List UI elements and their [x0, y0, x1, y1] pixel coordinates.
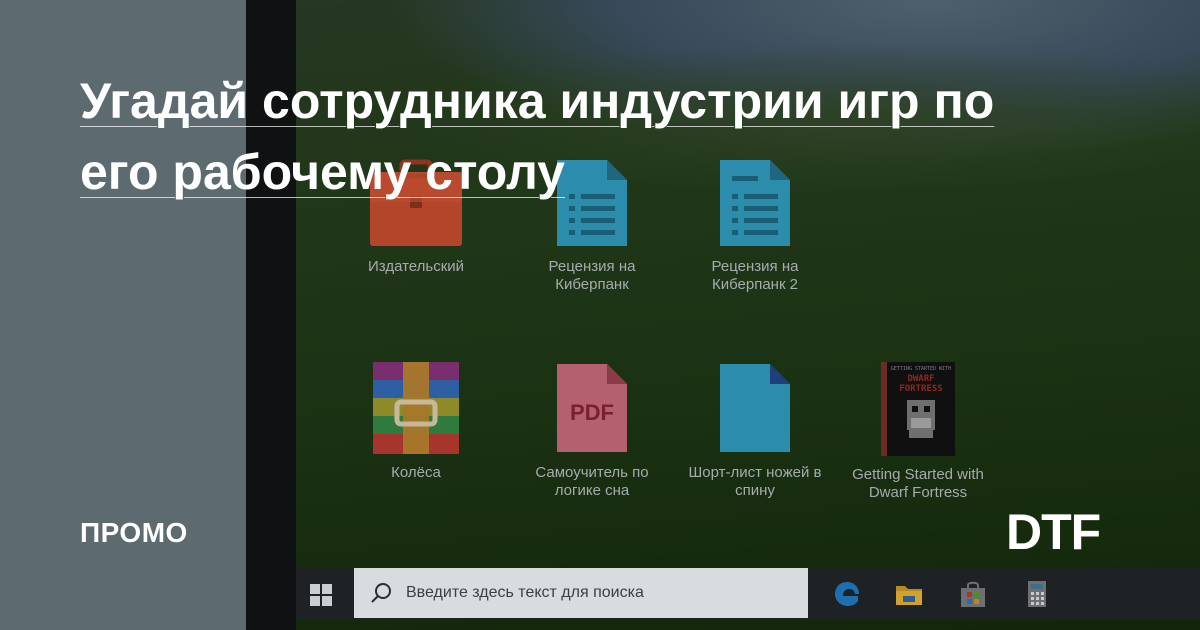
book-cover-icon: GETTING STARTED WITH DWARF FORTRESS: [881, 362, 955, 456]
desktop-item-pdf[interactable]: PDF Самоучитель по логике сна: [512, 362, 672, 500]
edge-browser-icon[interactable]: [832, 579, 862, 609]
article-headline[interactable]: Угадай сотрудника индустрии игр по его р…: [80, 66, 1080, 208]
pdf-file-icon: PDF: [557, 364, 627, 452]
windows-start-icon[interactable]: [310, 584, 332, 606]
icon-label: Издательский: [367, 258, 465, 275]
blank-file-icon: [720, 364, 790, 452]
desktop-item-dwarf-fortress[interactable]: GETTING STARTED WITH DWARF FORTRESS Gett…: [838, 362, 998, 502]
icon-label: Шорт-лист ножей в спину: [688, 464, 822, 499]
search-placeholder: Введите здесь текст для поиска: [406, 584, 644, 601]
icon-label: Рецензия на Киберпанк: [548, 258, 636, 293]
desktop-item-archive[interactable]: Колёса: [336, 362, 496, 482]
svg-text:FORTRESS: FORTRESS: [899, 384, 942, 394]
headline-line-1: Угадай сотрудника индустрии игр по: [80, 73, 995, 129]
file-explorer-icon[interactable]: [894, 579, 924, 609]
icon-label: Колёса: [391, 464, 441, 481]
store-icon[interactable]: [958, 579, 988, 609]
icon-label: Самоучитель по логике сна: [535, 464, 649, 499]
svg-text:DWARF: DWARF: [907, 374, 934, 384]
dtf-logo: DTF: [1006, 504, 1101, 560]
desktop-item-shortlist[interactable]: Шорт-лист ножей в спину: [675, 362, 835, 500]
calculator-icon[interactable]: [1022, 579, 1052, 609]
taskbar: Введите здесь текст для поиска: [296, 568, 1200, 620]
headline-line-2: его рабочему столу: [80, 144, 565, 200]
promo-label: ПРОМО: [80, 517, 188, 548]
winrar-archive-icon: [373, 362, 459, 454]
pdf-badge: PDF: [570, 400, 614, 425]
icon-label: Рецензия на Киберпанк 2: [711, 258, 799, 293]
taskbar-search-box[interactable]: Введите здесь текст для поиска: [354, 568, 808, 618]
icon-label: Getting Started with Dwarf Fortress: [852, 466, 984, 501]
svg-text:GETTING STARTED WITH: GETTING STARTED WITH: [891, 366, 951, 372]
search-icon: [371, 583, 391, 603]
